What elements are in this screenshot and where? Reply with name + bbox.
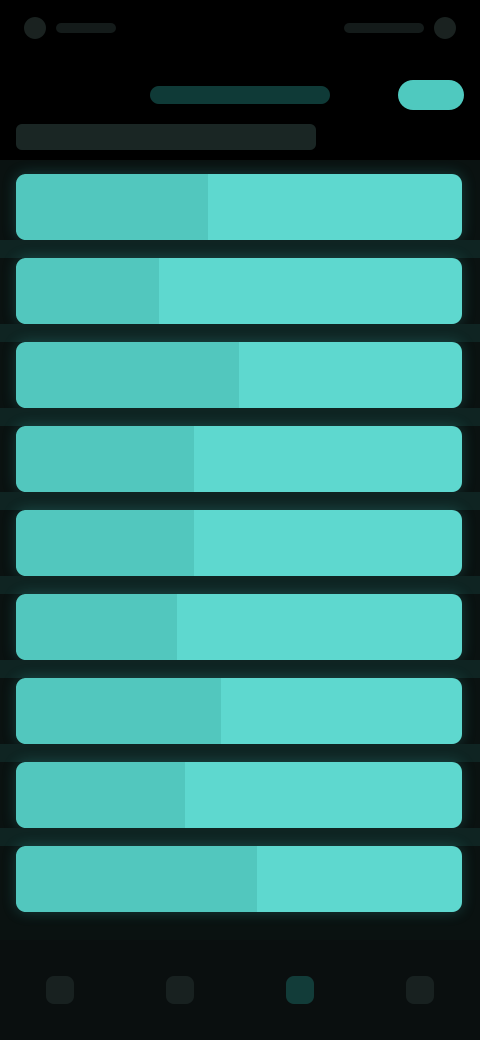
list-separator [0,408,480,426]
nav-item-list[interactable] [140,960,220,1020]
header [0,64,480,124]
chart-icon [286,976,314,1004]
status-time [56,23,116,33]
list-item-highlight [16,846,257,912]
list-icon [166,976,194,1004]
list-item-highlight [16,174,208,240]
list-separator [0,660,480,678]
list-item[interactable] [16,258,462,324]
wifi-icon [344,23,424,33]
list-item-highlight [16,342,239,408]
battery-icon [434,17,456,39]
list-item[interactable] [16,510,462,576]
list-separator [0,492,480,510]
list-item[interactable] [16,762,462,828]
app-screen [0,0,480,1040]
nav-item-settings[interactable] [380,960,460,1020]
status-left [24,17,116,39]
section-subheader [16,124,316,150]
list-item[interactable] [16,174,462,240]
list-item-highlight [16,762,185,828]
home-icon [46,976,74,1004]
list-separator [0,576,480,594]
signal-icon [24,17,46,39]
list-separator [0,744,480,762]
header-action-button[interactable] [398,80,464,110]
list-item[interactable] [16,678,462,744]
list-item-highlight [16,678,221,744]
list-item-highlight [16,510,194,576]
page-title [150,86,330,104]
list-item-highlight [16,426,194,492]
list-separator [0,240,480,258]
list-item[interactable] [16,594,462,660]
list-item-highlight [16,258,159,324]
status-bar [0,0,480,56]
item-list [0,160,480,940]
nav-item-chart[interactable] [260,960,340,1020]
list-item[interactable] [16,846,462,912]
list-item-highlight [16,594,177,660]
status-right [344,17,456,39]
nav-item-home[interactable] [20,960,100,1020]
list-item[interactable] [16,342,462,408]
settings-icon [406,976,434,1004]
bottom-navigation [0,940,480,1040]
list-item[interactable] [16,426,462,492]
list-separator [0,828,480,846]
list-separator [0,324,480,342]
